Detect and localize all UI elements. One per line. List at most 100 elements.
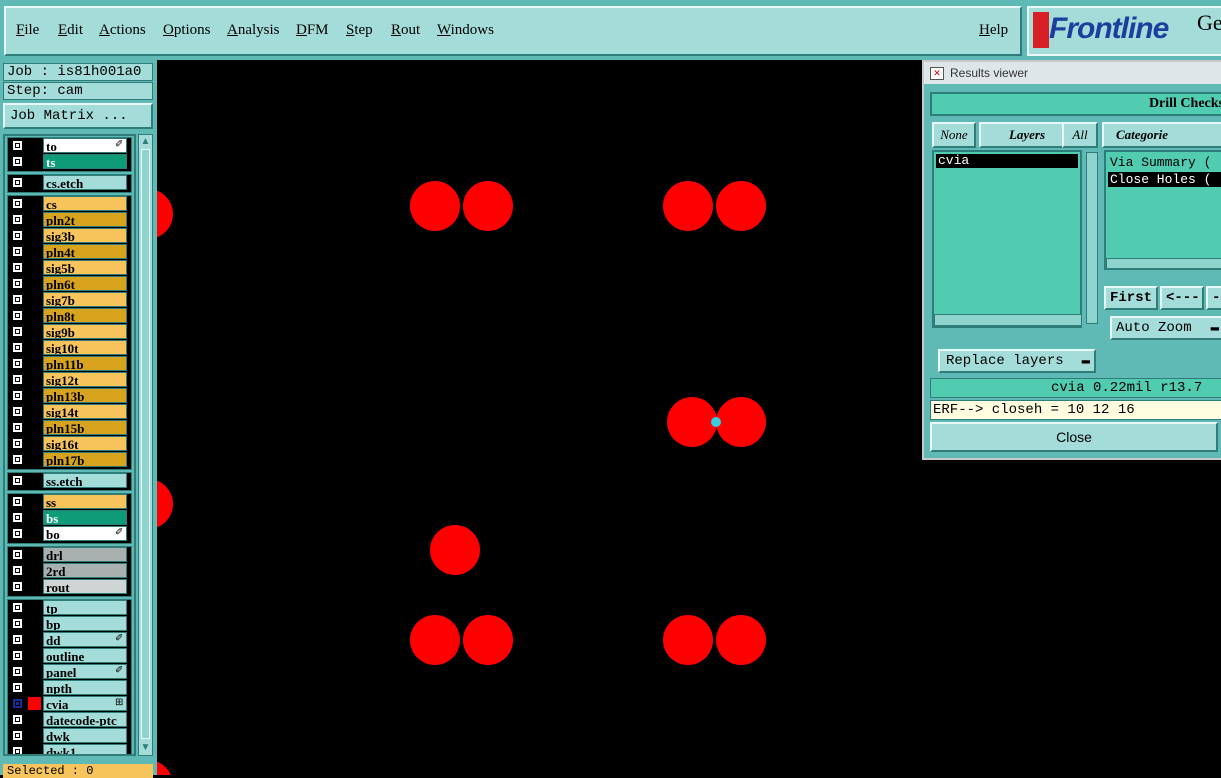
layer-checkbox[interactable] — [12, 528, 23, 539]
menu-actions[interactable]: Actions — [99, 22, 146, 39]
layer-name[interactable]: pln17b — [43, 452, 127, 467]
layer-row-outline[interactable]: outline — [8, 648, 130, 663]
layer-row-pln8t[interactable]: pln8t — [8, 308, 130, 323]
layer-row-sig5b[interactable]: sig5b — [8, 260, 130, 275]
layer-row-sig3b[interactable]: sig3b — [8, 228, 130, 243]
categories-hscroll[interactable] — [1106, 258, 1221, 268]
layer-checkbox[interactable] — [12, 262, 23, 273]
menu-file[interactable]: File — [16, 22, 39, 39]
pad[interactable] — [463, 181, 513, 231]
layer-row-sig7b[interactable]: sig7b — [8, 292, 130, 307]
layer-checkbox[interactable] — [12, 390, 23, 401]
layer-row-bo[interactable]: bo ✐ — [8, 526, 130, 541]
layer-name[interactable]: pln6t — [43, 276, 127, 291]
layer-checkbox[interactable] — [12, 214, 23, 225]
layer-row-sig16t[interactable]: sig16t — [8, 436, 130, 451]
layer-row-bs[interactable]: bs — [8, 510, 130, 525]
pad[interactable] — [410, 181, 460, 231]
layer-name[interactable]: bs — [43, 510, 127, 525]
layer-checkbox[interactable] — [12, 714, 23, 725]
job-matrix-button[interactable]: Job Matrix ... — [3, 103, 153, 129]
layer-name[interactable]: pln8t — [43, 308, 127, 323]
layer-row-cs-etch[interactable]: cs.etch — [8, 175, 130, 190]
layer-row-cvia[interactable]: cvia ⊞ — [8, 696, 130, 711]
close-button[interactable]: Close — [930, 422, 1218, 452]
layer-name[interactable]: sig7b — [43, 292, 127, 307]
layer-checkbox[interactable] — [12, 294, 23, 305]
layer-row-sig14t[interactable]: sig14t — [8, 404, 130, 419]
layer-checkbox[interactable] — [12, 278, 23, 289]
pad[interactable] — [716, 181, 766, 231]
first-button[interactable]: First — [1104, 286, 1158, 310]
layer-row-tp[interactable]: tp — [8, 600, 130, 615]
pad[interactable] — [716, 615, 766, 665]
layer-checkbox[interactable] — [12, 512, 23, 523]
layer-checkbox[interactable] — [12, 198, 23, 209]
layer-name[interactable]: cs — [43, 196, 127, 211]
menu-step[interactable]: Step — [346, 22, 373, 39]
layer-row-ts[interactable]: ts — [8, 154, 130, 169]
layer-name[interactable]: pln2t — [43, 212, 127, 227]
layer-row-bp[interactable]: bp — [8, 616, 130, 631]
layer-checkbox[interactable] — [12, 310, 23, 321]
replace-layers-dropdown[interactable]: Replace layers ▬ — [938, 349, 1096, 373]
layer-row-pln4t[interactable]: pln4t — [8, 244, 130, 259]
layer-checkbox[interactable] — [12, 634, 23, 645]
layer-checkbox[interactable] — [12, 438, 23, 449]
layer-name[interactable]: 2rd — [43, 563, 127, 578]
scroll-thumb[interactable] — [141, 149, 150, 739]
pad[interactable] — [157, 479, 173, 529]
layer-checkbox[interactable] — [12, 454, 23, 465]
layer-row-sig9b[interactable]: sig9b — [8, 324, 130, 339]
layer-name[interactable]: tp — [43, 600, 127, 615]
layer-row-2rd[interactable]: 2rd — [8, 563, 130, 578]
layer-checkbox[interactable] — [12, 475, 23, 486]
all-button[interactable]: All — [1062, 122, 1098, 148]
layer-row-dd[interactable]: dd ✐ — [8, 632, 130, 647]
layer-row-cs[interactable]: cs — [8, 196, 130, 211]
layer-name[interactable]: pln13b — [43, 388, 127, 403]
layer-checkbox[interactable] — [12, 549, 23, 560]
layer-row-ss-etch[interactable]: ss.etch — [8, 473, 130, 488]
layer-name[interactable]: sig10t — [43, 340, 127, 355]
layer-row-pln2t[interactable]: pln2t — [8, 212, 130, 227]
layer-checkbox[interactable] — [12, 422, 23, 433]
none-button[interactable]: None — [932, 122, 976, 148]
menu-windows[interactable]: Windows — [437, 22, 494, 39]
layer-row-pln17b[interactable]: pln17b — [8, 452, 130, 467]
layer-name[interactable]: ts — [43, 154, 127, 169]
pad[interactable] — [157, 760, 173, 775]
next-button[interactable]: - — [1206, 286, 1221, 310]
layer-checkbox[interactable] — [12, 230, 23, 241]
layer-name[interactable]: npth — [43, 680, 127, 695]
layer-results-item[interactable]: cvia — [936, 154, 1078, 168]
layer-checkbox[interactable] — [12, 682, 23, 693]
layer-name[interactable]: bp — [43, 616, 127, 631]
layer-row-dwk1[interactable]: dwk1 — [8, 744, 130, 754]
layer-results-vscroll[interactable] — [1086, 152, 1098, 324]
layer-name[interactable]: dwk1 — [43, 744, 127, 754]
layer-row-sig12t[interactable]: sig12t — [8, 372, 130, 387]
layer-checkbox[interactable] — [12, 246, 23, 257]
layer-name[interactable]: sig14t — [43, 404, 127, 419]
menu-help[interactable]: Help — [979, 22, 1008, 39]
layer-checkbox[interactable] — [12, 326, 23, 337]
layer-row-sig10t[interactable]: sig10t — [8, 340, 130, 355]
layer-row-npth[interactable]: npth — [8, 680, 130, 695]
layer-checkbox[interactable] — [12, 666, 23, 677]
layer-checkbox[interactable] — [12, 342, 23, 353]
layer-checkbox[interactable] — [12, 581, 23, 592]
layer-name[interactable]: sig12t — [43, 372, 127, 387]
layer-row-dwk[interactable]: dwk — [8, 728, 130, 743]
layer-checkbox[interactable] — [12, 698, 23, 709]
menu-dfm[interactable]: DFM — [296, 22, 329, 39]
layers-button[interactable]: Layers — [979, 122, 1075, 148]
pad[interactable] — [410, 615, 460, 665]
pad[interactable] — [663, 615, 713, 665]
results-viewer-titlebar[interactable]: ✕ Results viewer — [924, 62, 1221, 84]
menu-analysis[interactable]: Analysis — [227, 22, 280, 39]
scroll-down-icon[interactable]: ▼ — [140, 742, 151, 754]
layer-checkbox[interactable] — [12, 730, 23, 741]
layer-checkbox[interactable] — [12, 374, 23, 385]
layer-checkbox[interactable] — [12, 496, 23, 507]
